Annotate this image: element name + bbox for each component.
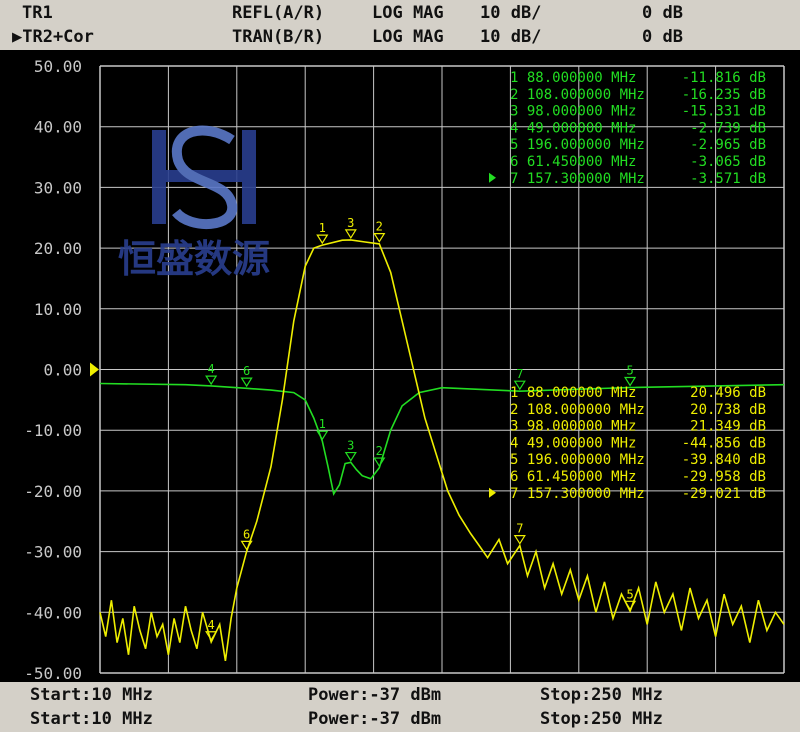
marker-readout-value: -2.739 dB	[690, 120, 766, 136]
marker-readout-value: -29.021 dB	[682, 486, 766, 502]
y-tick-label: 10.00	[34, 300, 82, 319]
marker-triangle-icon	[205, 375, 218, 386]
marker-readout-row: 5 196.000000 MHz	[510, 452, 645, 468]
marker-number: 7	[516, 367, 523, 381]
marker-number: 7	[516, 522, 523, 536]
trace-plot[interactable]: 50.00 40.00 30.00 20.00 10.00 0.00 -10.00 -20.0…	[0, 50, 800, 683]
trace-2-scale[interactable]: 10 dB/	[480, 25, 541, 49]
marker-readout-value: -11.816 dB	[682, 70, 766, 86]
marker-triangle-icon	[344, 229, 357, 240]
y-tick-label: -10.00	[24, 421, 82, 440]
source-power-1[interactable]: Power:-37 dBm	[308, 683, 441, 707]
marker-readout-value: -3.065 dB	[690, 154, 766, 170]
active-marker-arrow-icon	[489, 172, 496, 183]
hs-monogram-icon	[152, 125, 256, 229]
marker-readout-row: 3 98.000000 MHz	[510, 419, 636, 435]
y-axis-labels: 50.00 40.00 30.00 20.00 10.00 0.00 -10.00 -20.0…	[24, 57, 82, 683]
footer-bar: Start:10 MHz Power:-37 dBm Stop:250 MHz …	[0, 682, 800, 732]
marker-readout-value: -15.331 dB	[682, 104, 766, 120]
marker-number: 4	[208, 618, 215, 632]
marker-readout-value: 21.349 dB	[690, 419, 766, 435]
y-tick-label: -40.00	[24, 603, 82, 622]
header-row-2: ▶TR2+Cor TRAN(B/R) LOG MAG 10 dB/ 0 dB	[0, 25, 800, 49]
marker-readout-row: 6 61.450000 MHz	[510, 469, 636, 485]
trace-1-reference[interactable]: 0 dB	[642, 1, 683, 25]
marker-triangle-icon	[373, 457, 386, 468]
marker-readout-row: 4 49.000000 MHz	[510, 120, 636, 136]
y-tick-label: -20.00	[24, 482, 82, 501]
trace-1-label[interactable]: TR1	[22, 1, 53, 25]
marker-triangle-icon	[373, 233, 386, 243]
marker-readout-value: -44.856 dB	[682, 435, 766, 451]
marker-readout-value: -2.965 dB	[690, 137, 766, 153]
marker-number: 5	[626, 363, 633, 377]
header-bar: TR1 REFL(A/R) LOG MAG 10 dB/ 0 dB ▶TR2+C…	[0, 0, 800, 50]
start-frequency-1[interactable]: Start:10 MHz	[30, 683, 153, 707]
marker-readout-row: 2 108.000000 MHz	[510, 87, 645, 103]
marker-readout-value: -16.235 dB	[682, 87, 766, 103]
marker-number: 3	[347, 216, 354, 230]
stop-frequency-2[interactable]: Stop:250 MHz	[540, 707, 663, 731]
marker-readout-row: 1 88.000000 MHz	[510, 70, 636, 86]
marker-number: 3	[347, 439, 354, 453]
marker-readout-value: -3.571 dB	[690, 171, 766, 187]
marker-number: 2	[376, 444, 383, 458]
marker-number: 4	[208, 362, 215, 376]
marker-readout-value: -29.958 dB	[682, 469, 766, 485]
marker-readout-row: 4 49.000000 MHz	[510, 435, 636, 451]
header-row-1: TR1 REFL(A/R) LOG MAG 10 dB/ 0 dB	[0, 1, 800, 25]
marker-triangle-icon	[316, 234, 329, 245]
marker-number: 6	[243, 527, 250, 541]
marker-number: 1	[319, 417, 326, 431]
marker-triangle-icon	[344, 451, 357, 462]
watermark-logo: 恒盛数源	[118, 125, 270, 281]
y-tick-label: 0.00	[43, 361, 82, 380]
analyzer-display[interactable]: 50.00 40.00 30.00 20.00 10.00 0.00 -10.00 -20.0…	[0, 50, 800, 683]
y-tick-label: 40.00	[34, 118, 82, 137]
trace-2-format[interactable]: LOG MAG	[372, 25, 444, 49]
stop-frequency-1[interactable]: Stop:250 MHz	[540, 683, 663, 707]
trace-1-measurement[interactable]: REFL(A/R)	[232, 1, 324, 25]
marker-number: 2	[376, 220, 383, 234]
marker-readout-row: 5 196.000000 MHz	[510, 137, 645, 153]
marker-number: 1	[319, 221, 326, 235]
trace-1-format[interactable]: LOG MAG	[372, 1, 444, 25]
trace-1-scale[interactable]: 10 dB/	[480, 1, 541, 25]
footer-row-1: Start:10 MHz Power:-37 dBm Stop:250 MHz	[0, 683, 800, 707]
marker-readout-row: 2 108.000000 MHz	[510, 402, 645, 418]
marker-readout-row: 3 98.000000 MHz	[510, 104, 636, 120]
marker-readout-value: 20.738 dB	[690, 402, 766, 418]
y-tick-label: -30.00	[24, 543, 82, 562]
marker-readout-row: 7 157.300000 MHz	[510, 171, 645, 187]
watermark-text: 恒盛数源	[118, 237, 270, 281]
marker-readout-row: 1 88.000000 MHz	[510, 385, 636, 401]
y-tick-label: 30.00	[34, 178, 82, 197]
y-tick-label: 50.00	[34, 57, 82, 76]
trace-2-reference[interactable]: 0 dB	[642, 25, 683, 49]
start-frequency-2[interactable]: Start:10 MHz	[30, 707, 153, 731]
marker-readout-row: 7 157.300000 MHz	[510, 486, 645, 502]
marker-readout-value: 20.496 dB	[690, 385, 766, 401]
source-power-2[interactable]: Power:-37 dBm	[308, 707, 441, 731]
y-tick-label: 20.00	[34, 239, 82, 258]
marker-readout-row: 6 61.450000 MHz	[510, 154, 636, 170]
marker-number: 6	[243, 364, 250, 378]
marker-readout-value: -39.840 dB	[682, 452, 766, 468]
y-tick-label: -50.00	[24, 664, 82, 682]
reference-arrow-icon	[90, 362, 99, 377]
active-marker-arrow-icon	[489, 487, 496, 498]
graticule	[99, 65, 785, 674]
trace-2-label[interactable]: ▶TR2+Cor	[12, 25, 94, 49]
marker-tables: 1 88.000000 MHz -11.816 dB 2 108.000000 MH…	[489, 70, 766, 502]
marker-number: 5	[626, 587, 633, 601]
trace-2-measurement[interactable]: TRAN(B/R)	[232, 25, 324, 49]
marker-triangle-icon	[240, 377, 253, 388]
marker-triangle-icon	[513, 535, 526, 545]
footer-row-2: Start:10 MHz Power:-37 dBm Stop:250 MHz	[0, 707, 800, 731]
reference-level-indicator	[90, 362, 99, 377]
